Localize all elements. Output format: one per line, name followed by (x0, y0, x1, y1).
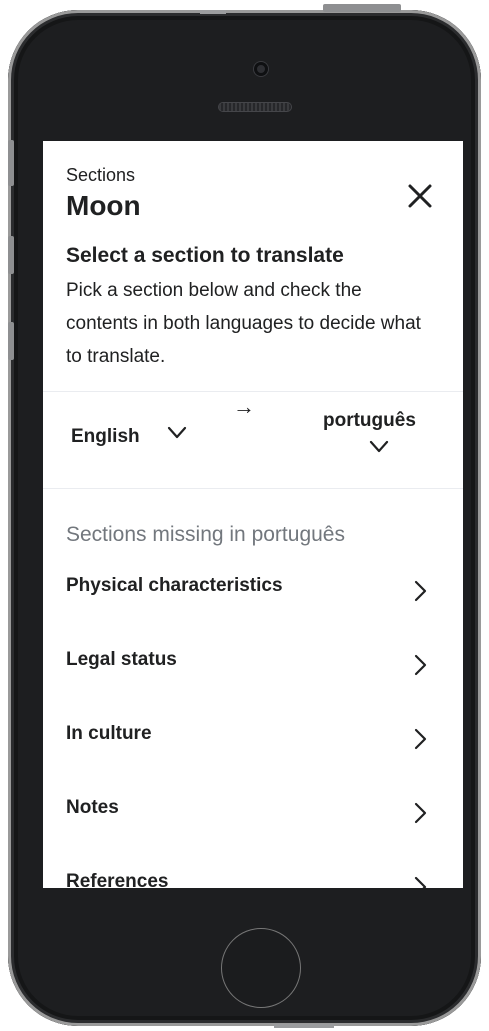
section-item-label: References (66, 871, 169, 888)
missing-sections-heading: Sections missing in português (66, 523, 345, 546)
chevron-right-icon (414, 654, 427, 676)
camera-icon (254, 62, 268, 76)
chevron-right-icon (414, 802, 427, 824)
article-title: Moon (66, 190, 141, 221)
mute-switch[interactable] (8, 140, 14, 186)
source-language-button[interactable]: English (71, 426, 140, 448)
missing-sections-list: Physical characteristics Legal status In… (43, 550, 463, 888)
volume-up-button[interactable] (8, 236, 14, 274)
section-item[interactable]: References (43, 846, 463, 888)
sections-eyebrow: Sections (66, 165, 136, 185)
app-screen: Sections Moon Select a section to transl… (43, 141, 463, 888)
chevron-right-icon (414, 728, 427, 750)
antenna-band-bottom (274, 1024, 334, 1028)
speaker-grille (219, 103, 291, 111)
antenna-band-top (200, 10, 226, 14)
section-item[interactable]: Physical characteristics (43, 550, 463, 624)
select-heading: Select a section to translate (66, 244, 344, 267)
section-item-label: Notes (66, 797, 119, 818)
section-item[interactable]: Legal status (43, 624, 463, 698)
section-item-label: In culture (66, 723, 152, 744)
section-item-label: Legal status (66, 649, 177, 670)
arrow-right-icon: → (233, 394, 255, 419)
section-item[interactable]: In culture (43, 698, 463, 772)
home-button[interactable] (221, 928, 301, 1008)
chevron-down-icon[interactable] (369, 440, 389, 454)
chevron-down-icon[interactable] (167, 426, 187, 440)
target-language-button[interactable]: português (323, 410, 416, 432)
select-description: Pick a section below and check the conte… (66, 280, 421, 367)
dialog-header: Sections Moon Select a section to transl… (43, 141, 463, 391)
close-button[interactable] (407, 183, 433, 209)
stage: Sections Moon Select a section to transl… (0, 0, 489, 1031)
section-item[interactable]: Notes (43, 772, 463, 846)
language-selector-bar: English → português (43, 391, 463, 489)
power-button[interactable] (323, 4, 401, 12)
chevron-right-icon (414, 876, 427, 888)
close-icon (408, 184, 432, 208)
section-item-label: Physical characteristics (66, 575, 283, 596)
volume-down-button[interactable] (8, 322, 14, 360)
chevron-right-icon (414, 580, 427, 602)
